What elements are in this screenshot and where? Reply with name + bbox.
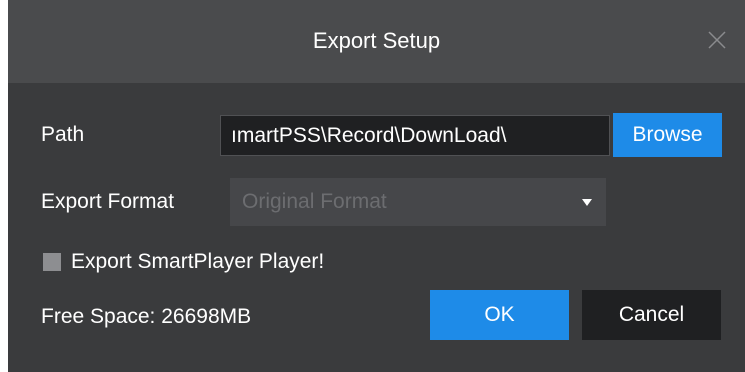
cancel-button[interactable]: Cancel: [582, 290, 721, 340]
ok-button[interactable]: OK: [430, 290, 569, 340]
free-space-label: Free Space: 26698MB: [41, 303, 251, 331]
export-format-label: Export Format: [41, 190, 175, 213]
dialog-title: Export Setup: [312, 28, 441, 53]
path-input[interactable]: ımartPSS\Record\DownLoad\: [220, 115, 610, 156]
close-icon[interactable]: [705, 28, 729, 52]
free-space-caption: Free Space:: [41, 305, 156, 328]
free-space-value: 26698MB: [161, 305, 252, 328]
chevron-down-icon: [582, 199, 592, 206]
export-player-label: Export SmartPlayer Player!: [71, 250, 325, 273]
browse-button[interactable]: Browse: [613, 113, 722, 157]
path-label: Path: [41, 123, 85, 146]
dialog-title-bar: Export Setup: [8, 0, 745, 83]
export-setup-dialog: Export Setup Path ımartPSS\Record\DownLo…: [8, 0, 745, 372]
export-format-value: Original Format: [242, 190, 387, 213]
export-player-checkbox[interactable]: [43, 253, 61, 271]
export-format-select[interactable]: Original Format: [230, 178, 606, 226]
